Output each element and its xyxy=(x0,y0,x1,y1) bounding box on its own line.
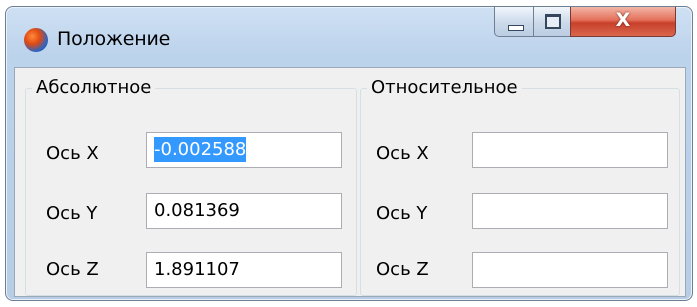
relative-group: Относительное Ось X Ось Y Ось Z xyxy=(360,77,680,296)
absolute-group-title: Абсолютное xyxy=(32,77,156,98)
abs-z-input[interactable]: 1.891107 xyxy=(146,252,342,288)
rel-z-input[interactable] xyxy=(472,252,668,288)
abs-y-label: Ось Y xyxy=(46,203,98,224)
dialog-body: Абсолютное Ось X -0.002588 Ось Y 0.08136… xyxy=(14,67,686,297)
minimize-button[interactable] xyxy=(494,7,534,37)
position-window: Положение X Абсолютное Ось X -0.002588 О… xyxy=(5,6,693,301)
maximize-icon xyxy=(545,14,561,29)
minimize-icon xyxy=(508,25,524,31)
rel-y-label: Ось Y xyxy=(376,203,428,224)
rel-x-label: Ось X xyxy=(376,143,429,164)
abs-x-label: Ось X xyxy=(46,143,99,164)
maximize-button[interactable] xyxy=(533,7,571,37)
relative-group-title: Относительное xyxy=(367,77,522,98)
rel-x-input[interactable] xyxy=(472,132,668,168)
window-title: Положение xyxy=(57,28,171,50)
title-bar[interactable]: Положение X xyxy=(6,7,692,67)
app-globe-icon[interactable] xyxy=(24,28,48,52)
rel-y-input[interactable] xyxy=(472,193,668,229)
abs-x-value: -0.002588 xyxy=(154,137,247,162)
abs-z-label: Ось Z xyxy=(46,259,99,280)
abs-y-input[interactable]: 0.081369 xyxy=(146,193,342,229)
close-button[interactable]: X xyxy=(570,7,676,37)
close-icon: X xyxy=(615,9,631,31)
rel-z-label: Ось Z xyxy=(376,259,429,280)
abs-x-input[interactable]: -0.002588 xyxy=(146,132,342,168)
absolute-group: Абсолютное Ось X -0.002588 Ось Y 0.08136… xyxy=(25,77,357,296)
